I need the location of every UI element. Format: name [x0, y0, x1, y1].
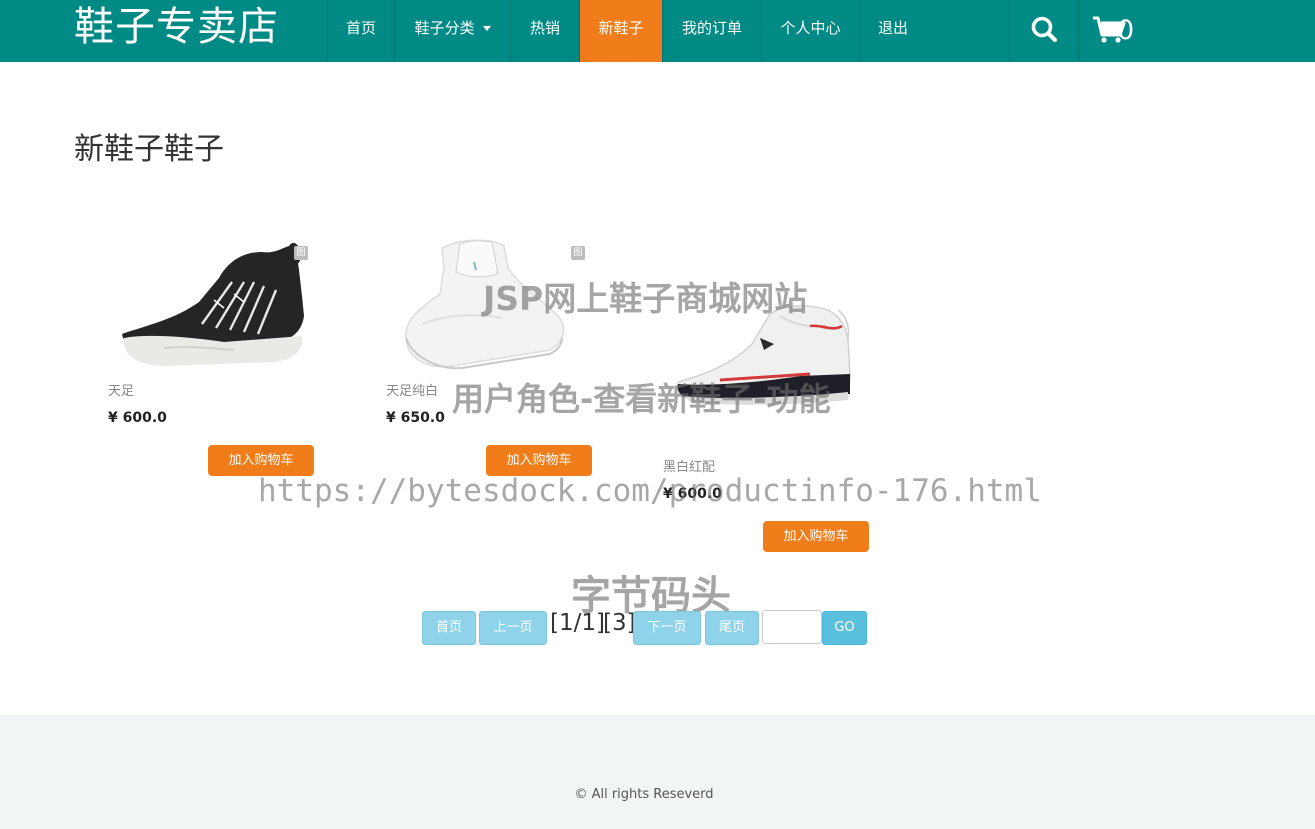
search-button[interactable]: [1010, 0, 1078, 62]
cart-count: 0: [1117, 15, 1135, 46]
image-badge: 图: [294, 246, 308, 260]
page-title: 新鞋子鞋子: [74, 132, 224, 167]
product-image[interactable]: 图: [382, 238, 597, 373]
product-price: ¥ 600.0: [108, 410, 167, 426]
caret-down-icon: [482, 26, 491, 31]
pagination-total: [3]: [603, 610, 636, 636]
search-icon: [1031, 16, 1058, 43]
watermark-url: https://bytesdock.com/productinfo-176.ht…: [258, 473, 1042, 509]
pagination-next-button[interactable]: 下一页: [633, 611, 701, 645]
site-brand[interactable]: 鞋子专卖店: [74, 1, 279, 53]
image-badge: 图: [571, 246, 585, 260]
pagination-page-info: [1/1]: [550, 610, 605, 636]
nav-item-my-orders[interactable]: 我的订单: [663, 0, 761, 62]
product-name[interactable]: 天足: [108, 384, 134, 400]
nav-item-profile[interactable]: 个人中心: [762, 0, 859, 62]
nav-item-home[interactable]: 首页: [328, 0, 394, 62]
add-to-cart-button[interactable]: 加入购物车: [208, 445, 314, 476]
product-image[interactable]: [660, 296, 875, 431]
nav-item-logout[interactable]: 退出: [860, 0, 926, 62]
nav-item-hot[interactable]: 热销: [511, 0, 579, 62]
pagination-prev-button[interactable]: 上一页: [479, 611, 547, 645]
add-to-cart-button[interactable]: 加入购物车: [486, 445, 592, 476]
nav-item-categories[interactable]: 鞋子分类: [395, 0, 510, 62]
product-name[interactable]: 天足纯白: [386, 384, 438, 400]
add-to-cart-button[interactable]: 加入购物车: [763, 521, 869, 552]
footer: © All rights Reseverd: [0, 715, 1315, 829]
page-number-input[interactable]: [762, 610, 822, 644]
copyright-text: © All rights Reseverd: [574, 787, 714, 802]
product-price: ¥ 650.0: [386, 410, 445, 426]
red-white-sneaker-image: [677, 305, 851, 405]
top-navbar: 鞋子专卖店 首页 鞋子分类 热销 新鞋子 我的订单 个人中心 退出 0: [0, 0, 1315, 62]
white-sneaker-image: [405, 239, 565, 370]
nav-item-categories-label: 鞋子分类: [414, 19, 475, 37]
product-name[interactable]: 黑白红配: [663, 460, 715, 476]
cart-button[interactable]: 0: [1079, 0, 1159, 62]
nav-item-new-shoes[interactable]: 新鞋子: [580, 0, 662, 62]
product-price: ¥ 600.0: [663, 486, 722, 502]
go-button[interactable]: GO: [822, 611, 867, 645]
pagination-first-button[interactable]: 首页: [422, 611, 476, 645]
black-sneaker-image: [122, 242, 304, 366]
pagination-last-button[interactable]: 尾页: [705, 611, 759, 645]
product-image[interactable]: 图: [104, 238, 319, 373]
